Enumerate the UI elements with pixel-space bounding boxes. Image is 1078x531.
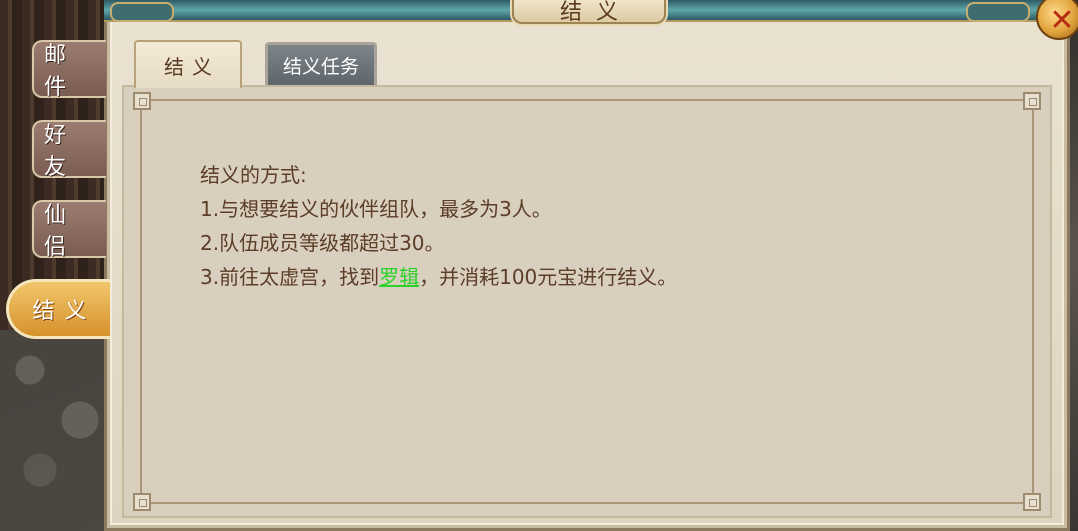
close-icon: ✕ bbox=[1049, 3, 1075, 38]
side-tab-brotherhood[interactable]: 结义 bbox=[6, 279, 110, 339]
side-tab-label: 邮件 bbox=[44, 43, 77, 100]
corner-ornament bbox=[133, 493, 151, 511]
instruction-line-3-prefix: 3.前往太虚宫，找到 bbox=[200, 265, 380, 289]
background-stone bbox=[0, 330, 120, 531]
window-title: 结义 bbox=[559, 0, 632, 25]
tab-brotherhood[interactable]: 结义 bbox=[134, 40, 242, 88]
side-tab-label: 好友 bbox=[44, 123, 77, 180]
instruction-line-3: 3.前往太虚宫，找到罗辑，并消耗100元宝进行结义。 bbox=[200, 260, 677, 294]
side-tab-label: 结义 bbox=[32, 299, 97, 324]
tab-brotherhood-quest[interactable]: 结义任务 bbox=[265, 42, 377, 86]
content-frame bbox=[122, 85, 1052, 518]
side-tab-friends[interactable]: 好友 bbox=[32, 120, 106, 180]
instructions-text: 结义的方式: 1.与想要结义的伙伴组队，最多为3人。 2.队伍成员等级都超过30… bbox=[200, 158, 677, 294]
instruction-line-2: 2.队伍成员等级都超过30。 bbox=[200, 231, 445, 255]
tab-label: 结义 bbox=[164, 54, 220, 79]
tab-label: 结义任务 bbox=[282, 56, 359, 78]
side-tab-partner[interactable]: 仙侣 bbox=[32, 200, 106, 260]
side-tab-label: 仙侣 bbox=[44, 203, 77, 260]
instruction-line-3-suffix: ，并消耗100元宝进行结义。 bbox=[419, 265, 678, 289]
instruction-line-1: 1.与想要结义的伙伴组队，最多为3人。 bbox=[200, 197, 552, 221]
corner-ornament bbox=[133, 92, 151, 110]
title-plate: 结义 bbox=[512, 0, 666, 25]
side-tab-mail[interactable]: 邮件 bbox=[32, 40, 106, 100]
corner-ornament bbox=[1023, 493, 1041, 511]
npc-link-luoji[interactable]: 罗辑 bbox=[379, 265, 419, 289]
corner-ornament bbox=[1023, 92, 1041, 110]
instructions-heading: 结义的方式: bbox=[200, 163, 307, 187]
